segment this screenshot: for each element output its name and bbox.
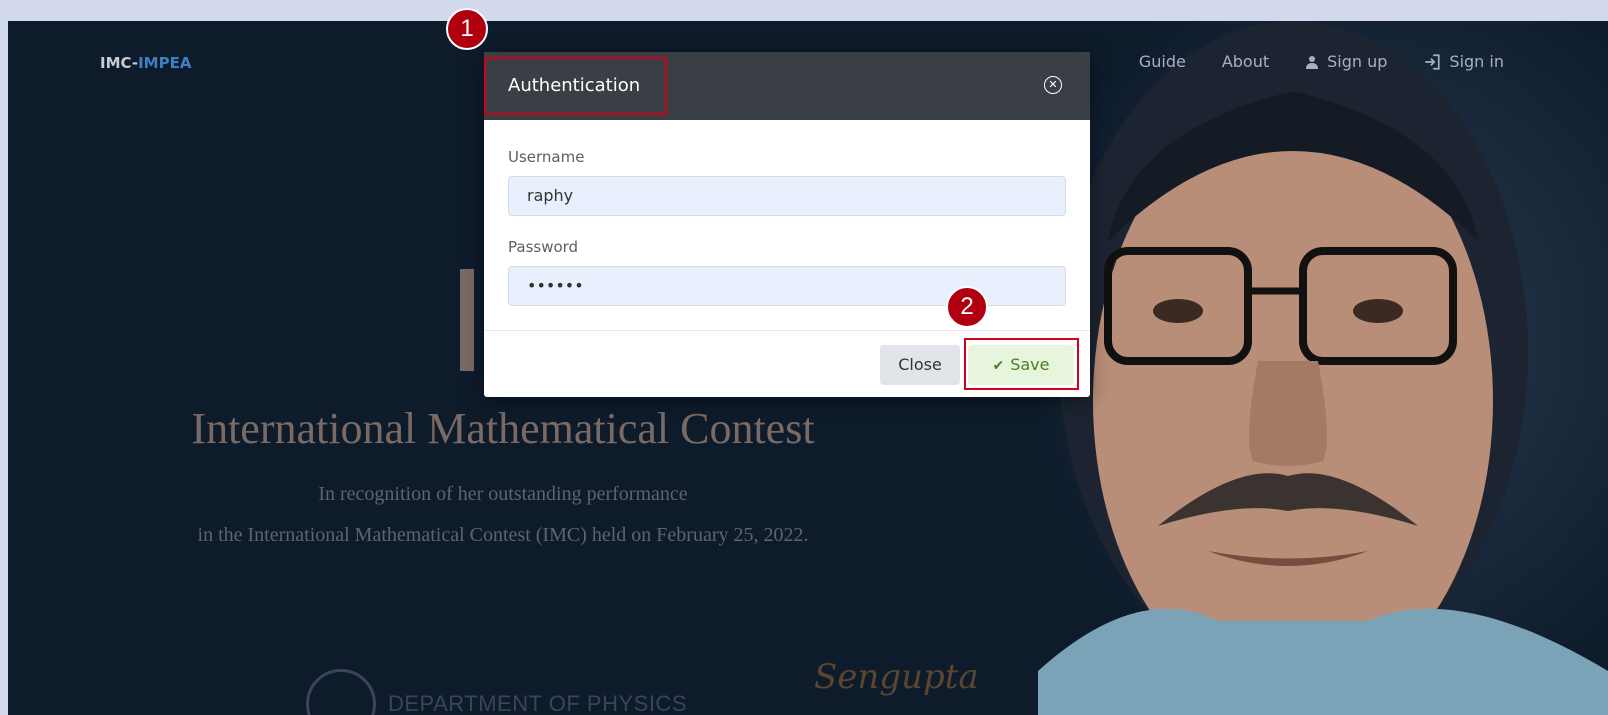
certificate-title: International Mathematical Contest <box>191 404 815 453</box>
sign-in-icon <box>1425 53 1441 70</box>
modal-body: Username raphy Password •••••• <box>484 148 1090 306</box>
signature: Sengupta <box>814 657 979 697</box>
background-photo <box>1038 21 1608 715</box>
close-icon[interactable]: ✕ <box>1044 76 1062 94</box>
annotation-marker-2: 2 <box>946 286 988 328</box>
nav-guide-label: Guide <box>1138 52 1186 71</box>
username-label: Username <box>508 148 585 166</box>
password-label: Password <box>508 238 579 256</box>
department-block: DEPARTMENT OF PHYSICS <box>306 669 687 715</box>
brand-prefix: IMC- <box>100 54 139 72</box>
nav-about-label: About <box>1221 52 1270 71</box>
username-field[interactable]: raphy <box>508 176 1066 216</box>
brand-accent: IMPEA <box>138 54 192 72</box>
certificate-line1: In recognition of her outstanding perfor… <box>318 483 688 505</box>
highlight-box-save <box>964 338 1079 390</box>
nav-sign-up[interactable]: Sign up <box>1305 52 1387 71</box>
nav-sign-in-label: Sign in <box>1449 52 1504 71</box>
annotation-marker-1: 1 <box>446 8 488 50</box>
highlight-box-title <box>484 57 667 115</box>
close-button[interactable]: Close <box>880 345 960 385</box>
nav-about[interactable]: About <box>1222 52 1269 71</box>
certificate-line2: in the International Mathematical Contes… <box>197 524 809 546</box>
nav-sign-in[interactable]: Sign in <box>1423 52 1504 71</box>
brand-logo[interactable]: IMC-IMPEA <box>100 54 191 72</box>
top-navigation: Guide About Sign up Sign in <box>1139 52 1504 71</box>
nav-guide[interactable]: Guide <box>1139 52 1186 71</box>
nav-sign-up-label: Sign up <box>1327 52 1388 71</box>
user-icon <box>1306 55 1319 69</box>
department-seal-icon <box>306 669 376 715</box>
certificate-bar <box>460 269 474 371</box>
department-name: DEPARTMENT OF PHYSICS <box>388 691 687 715</box>
